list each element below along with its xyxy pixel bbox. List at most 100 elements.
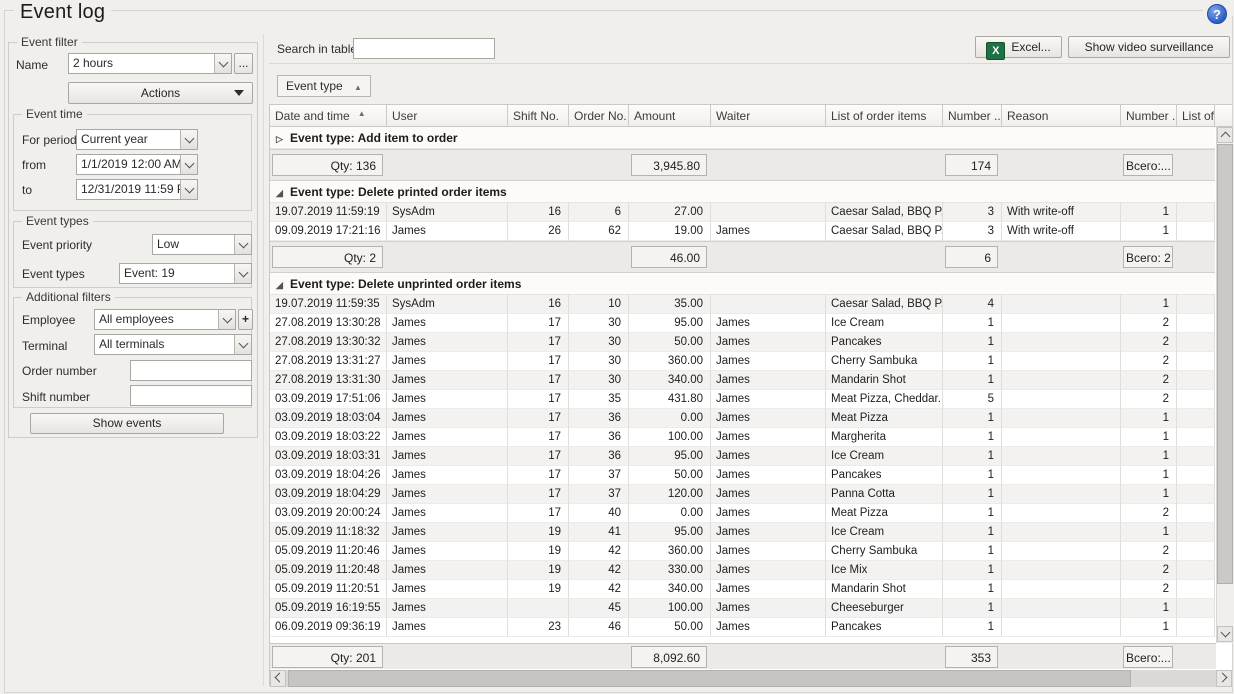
- show-video-button[interactable]: Show video surveillance: [1068, 36, 1230, 58]
- table-cell: 1: [1121, 618, 1177, 637]
- group-by-chip[interactable]: Event type ▲: [277, 75, 371, 97]
- excel-button[interactable]: XExcel...: [975, 36, 1062, 58]
- scroll-left-icon[interactable]: [270, 670, 286, 687]
- table-row[interactable]: 19.07.2019 11:59:35SysAdm161035.00Caesar…: [270, 295, 1215, 314]
- employee-add-button[interactable]: +: [238, 309, 253, 330]
- shift-number-input[interactable]: [130, 385, 252, 406]
- filter-name-combo[interactable]: 2 hours: [68, 53, 232, 74]
- group-row[interactable]: ◢Event type: Delete printed order items: [270, 181, 1215, 203]
- table-row[interactable]: 09.09.2019 17:21:16James266219.00JamesCa…: [270, 222, 1215, 241]
- expander-collapsed-icon[interactable]: ▷: [276, 134, 290, 145]
- name-browse-button[interactable]: ...: [234, 53, 253, 74]
- table-row[interactable]: 03.09.2019 18:03:31James173695.00JamesIc…: [270, 447, 1215, 466]
- scroll-up-icon[interactable]: [1217, 127, 1233, 143]
- column-header-9[interactable]: Number ...: [1121, 105, 1177, 127]
- table-cell: [1002, 390, 1121, 409]
- table-cell: 17: [508, 447, 569, 466]
- column-header-6[interactable]: List of order items: [826, 105, 943, 127]
- table-cell: 06.09.2019 09:36:19: [270, 618, 387, 637]
- table-row[interactable]: 05.09.2019 11:18:32James194195.00JamesIc…: [270, 523, 1215, 542]
- scroll-right-icon[interactable]: [1216, 670, 1232, 687]
- column-header-5[interactable]: Waiter: [711, 105, 826, 127]
- summary-qty: Qty: 201: [272, 646, 383, 668]
- horizontal-scroll-thumb[interactable]: [288, 670, 1131, 687]
- table-row[interactable]: 06.09.2019 09:36:19James234650.00JamesPa…: [270, 618, 1215, 637]
- table-row[interactable]: 05.09.2019 11:20:51James1942340.00JamesM…: [270, 580, 1215, 599]
- column-header-4[interactable]: Amount: [629, 105, 711, 127]
- expander-expanded-icon[interactable]: ◢: [276, 280, 290, 291]
- table-cell: 2: [1121, 504, 1177, 523]
- group-row[interactable]: ▷Event type: Add item to order: [270, 127, 1215, 149]
- column-header-8[interactable]: Reason: [1002, 105, 1121, 127]
- table-row[interactable]: 03.09.2019 18:03:04James17360.00JamesMea…: [270, 409, 1215, 428]
- to-date-value: 12/31/2019 11:59 PM: [77, 180, 180, 199]
- table-cell: [1002, 523, 1121, 542]
- column-header-0[interactable]: Date and time▲: [270, 105, 387, 127]
- order-number-label: Order number: [22, 364, 97, 378]
- table-cell: Pancakes: [826, 618, 943, 637]
- terminal-select[interactable]: All terminals: [94, 334, 252, 355]
- column-header-7[interactable]: Number ...: [943, 105, 1002, 127]
- grid-header: Date and time▲UserShift No.Order No.Amou…: [270, 105, 1232, 127]
- column-header-2[interactable]: Shift No.: [508, 105, 569, 127]
- expander-expanded-icon[interactable]: ◢: [276, 188, 290, 199]
- column-header-10[interactable]: List of c...: [1177, 105, 1215, 127]
- table-cell: 16: [508, 295, 569, 314]
- table-row[interactable]: 27.08.2019 13:30:28James173095.00JamesIc…: [270, 314, 1215, 333]
- table-cell: 27.08.2019 13:31:27: [270, 352, 387, 371]
- table-row[interactable]: 03.09.2019 20:00:24James17400.00JamesMea…: [270, 504, 1215, 523]
- chevron-down-icon[interactable]: [234, 235, 251, 254]
- scroll-down-icon[interactable]: [1217, 626, 1233, 642]
- table-row[interactable]: 03.09.2019 17:51:06James1735431.80JamesM…: [270, 390, 1215, 409]
- chevron-down-icon[interactable]: [180, 180, 197, 199]
- table-cell: [508, 599, 569, 618]
- table-row[interactable]: 05.09.2019 16:19:55James45100.00JamesChe…: [270, 599, 1215, 618]
- table-cell: James: [711, 523, 826, 542]
- table-row[interactable]: 27.08.2019 13:30:32James173050.00JamesPa…: [270, 333, 1215, 352]
- table-row[interactable]: 05.09.2019 11:20:46James1942360.00JamesC…: [270, 542, 1215, 561]
- chevron-down-icon[interactable]: [180, 130, 197, 149]
- table-cell: 100.00: [629, 428, 711, 447]
- employee-select[interactable]: All employees: [94, 309, 236, 330]
- table-row[interactable]: 27.08.2019 13:31:27James1730360.00JamesC…: [270, 352, 1215, 371]
- event-types-select[interactable]: Event: 19: [119, 263, 252, 284]
- table-row[interactable]: 03.09.2019 18:04:26James173750.00JamesPa…: [270, 466, 1215, 485]
- table-cell: 30: [569, 352, 629, 371]
- table-cell: 10: [569, 295, 629, 314]
- from-date-select[interactable]: 1/1/2019 12:00 AM: [76, 154, 198, 175]
- column-header-label: Number ...: [948, 109, 1002, 127]
- grid-body: ▷Event type: Add item to orderQty: 1363,…: [270, 127, 1215, 643]
- table-row[interactable]: 05.09.2019 11:20:48James1942330.00JamesI…: [270, 561, 1215, 580]
- order-number-input[interactable]: [130, 360, 252, 381]
- group-title: Event type: Add item to order: [290, 131, 458, 145]
- actions-button[interactable]: Actions: [68, 82, 253, 104]
- column-header-3[interactable]: Order No.: [569, 105, 629, 127]
- column-header-label: Number ...: [1126, 109, 1177, 127]
- table-row[interactable]: 27.08.2019 13:31:30James1730340.00JamesM…: [270, 371, 1215, 390]
- chevron-down-icon[interactable]: [180, 155, 197, 174]
- vertical-scrollbar[interactable]: [1216, 127, 1233, 643]
- table-row[interactable]: 03.09.2019 18:04:29James1737120.00JamesP…: [270, 485, 1215, 504]
- table-row[interactable]: 19.07.2019 11:59:19SysAdm16627.00Caesar …: [270, 203, 1215, 222]
- table-cell: [1002, 618, 1121, 637]
- chevron-down-icon[interactable]: [214, 54, 231, 73]
- chevron-down-icon[interactable]: [234, 264, 251, 283]
- vertical-scroll-thumb[interactable]: [1217, 144, 1233, 584]
- to-date-select[interactable]: 12/31/2019 11:59 PM: [76, 179, 198, 200]
- summary-row: Qty: 246.006Всего: 2: [270, 241, 1215, 273]
- group-row[interactable]: ◢Event type: Delete unprinted order item…: [270, 273, 1215, 295]
- table-cell: [1002, 599, 1121, 618]
- table-cell: James: [387, 371, 508, 390]
- show-events-button[interactable]: Show events: [30, 413, 224, 434]
- help-icon[interactable]: ?: [1207, 4, 1227, 24]
- for-period-select[interactable]: Current year: [76, 129, 198, 150]
- search-input[interactable]: [353, 38, 495, 59]
- table-cell: 36: [569, 447, 629, 466]
- event-priority-select[interactable]: Low: [152, 234, 252, 255]
- table-row[interactable]: 03.09.2019 18:03:22James1736100.00JamesM…: [270, 428, 1215, 447]
- column-header-1[interactable]: User: [387, 105, 508, 127]
- horizontal-scrollbar[interactable]: [270, 670, 1233, 687]
- chevron-down-icon[interactable]: [234, 335, 251, 354]
- table-cell: James: [711, 466, 826, 485]
- chevron-down-icon[interactable]: [218, 310, 235, 329]
